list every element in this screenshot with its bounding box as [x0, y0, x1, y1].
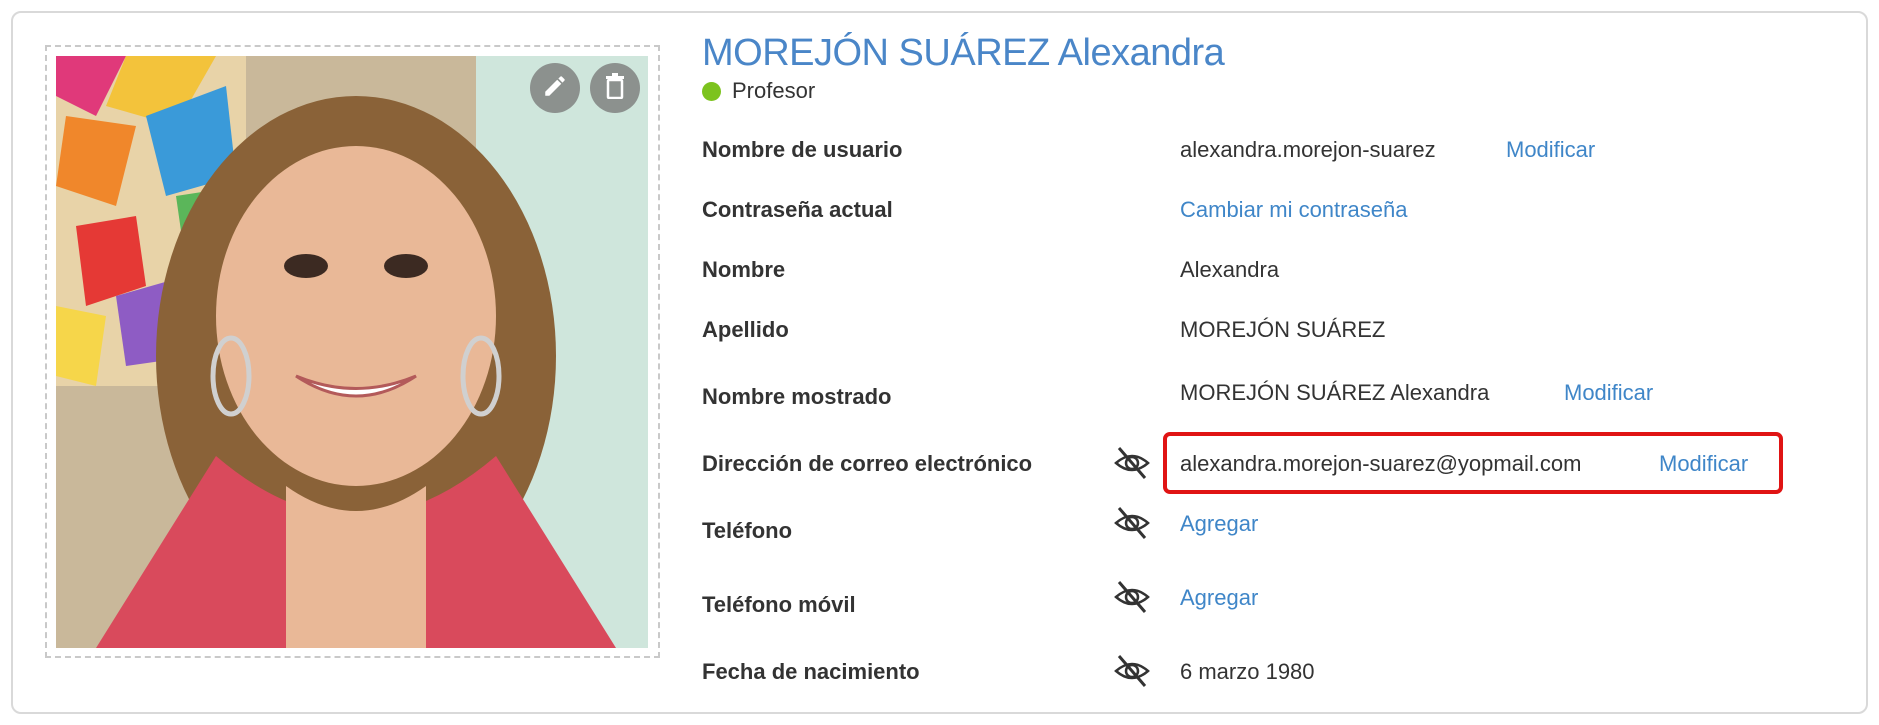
trash-icon [603, 72, 627, 104]
eye-slash-icon[interactable] [1113, 444, 1151, 482]
modify-display-name-link[interactable]: Modificar [1564, 380, 1653, 406]
phone-label: Teléfono [702, 518, 793, 543]
display-name-label: Nombre mostrado [702, 384, 892, 409]
eye-slash-icon[interactable] [1113, 504, 1151, 542]
last-name-label: Apellido [702, 317, 789, 342]
add-phone-link[interactable]: Agregar [1180, 511, 1258, 537]
edit-photo-button[interactable] [530, 63, 580, 113]
profile-photo [56, 56, 648, 648]
last-name-value: MOREJÓN SUÁREZ [1180, 317, 1386, 342]
username-label: Nombre de usuario [702, 137, 903, 162]
first-name-value: Alexandra [1180, 257, 1280, 282]
eye-slash-icon[interactable] [1113, 578, 1151, 616]
add-mobile-link[interactable]: Agregar [1180, 585, 1258, 611]
mobile-label: Teléfono móvil [702, 592, 856, 617]
birthdate-value: 6 marzo 1980 [1180, 659, 1315, 684]
status-dot-icon [702, 81, 721, 101]
birthdate-label: Fecha de nacimiento [702, 659, 920, 684]
change-password-link[interactable]: Cambiar mi contraseña [1180, 197, 1407, 223]
password-label: Contraseña actual [702, 197, 893, 222]
email-label: Dirección de correo electrónico [702, 451, 1033, 476]
email-highlight-box [1163, 432, 1783, 494]
first-name-label: Nombre [702, 257, 786, 282]
username-value: alexandra.morejon-suarez [1180, 137, 1436, 162]
pencil-icon [542, 73, 568, 104]
role-label: Profesor [732, 78, 816, 103]
role-badge: Profesor [702, 78, 815, 104]
display-name-value: MOREJÓN SUÁREZ Alexandra [1180, 380, 1490, 405]
eye-slash-icon[interactable] [1113, 652, 1151, 690]
profile-name: MOREJÓN SUÁREZ Alexandra [702, 32, 1225, 74]
delete-photo-button[interactable] [590, 63, 640, 113]
modify-username-link[interactable]: Modificar [1506, 137, 1595, 163]
